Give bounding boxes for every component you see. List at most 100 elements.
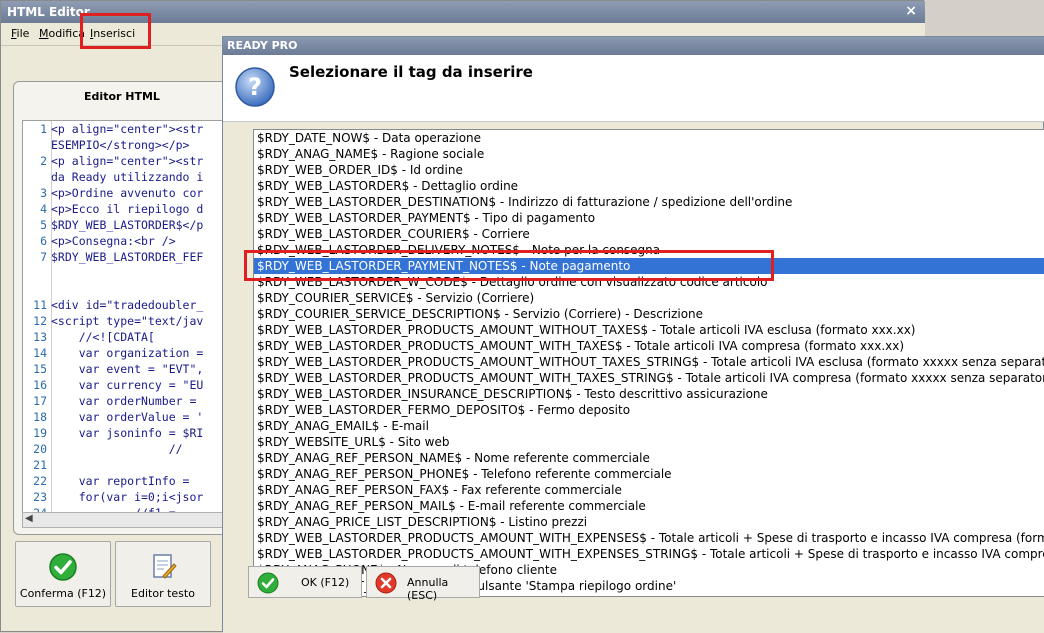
confirm-button[interactable]: Conferma (F12) — [15, 541, 111, 607]
list-item[interactable]: $RDY_WEB_LASTORDER_INSURANCE_DESCRIPTION… — [254, 386, 1044, 402]
list-item[interactable]: $RDY_WEB_LASTORDER_COURIER$ - Corriere — [254, 226, 1044, 242]
close-icon[interactable]: × — [905, 3, 917, 19]
list-item[interactable]: $RDY_COURIER_SERVICE_DESCRIPTION$ - Serv… — [254, 306, 1044, 322]
code-line: 18 var orderValue = ' — [23, 409, 203, 425]
list-item[interactable]: $RDY_ANAG_REF_PERSON_MAIL$ - E-mail refe… — [254, 498, 1044, 514]
list-item[interactable]: $RDY_WEB_LASTORDER_PRODUCTS_AMOUNT_WITH_… — [254, 546, 1044, 562]
code-text: var jsoninfo = $RI — [51, 426, 204, 440]
code-line: 12 <script type="text/jav — [23, 313, 203, 329]
panel-title: Editor HTML — [84, 90, 160, 103]
line-number: 1 — [40, 122, 47, 136]
list-item[interactable]: $RDY_WEBSITE_URL$ - Sito web — [254, 434, 1044, 450]
list-item[interactable]: $RDY_WEB_LASTORDER$ - Dettaglio ordine — [254, 178, 1044, 194]
code-line: 3 <p>Ordine avvenuto cor — [23, 185, 203, 201]
question-icon: ? — [233, 65, 277, 112]
list-item[interactable]: $RDY_WEB_ORDER_ID$ - Id ordine — [254, 162, 1044, 178]
code-line: 6 <p>Consegna:<br /> — [23, 233, 176, 249]
line-number: 20 — [33, 442, 47, 456]
code-line: 21 — [23, 457, 51, 473]
line-number: 16 — [33, 378, 47, 392]
code-text: var reportInfo = — [51, 474, 190, 488]
code-line: ESEMPIO</strong></p> — [23, 137, 189, 153]
code-line: 1 <p align="center"><str — [23, 121, 203, 137]
line-number: 19 — [33, 426, 47, 440]
line-number: 3 — [40, 186, 47, 200]
line-number: 13 — [33, 330, 47, 344]
line-number: 23 — [33, 490, 47, 504]
code-text: // — [51, 442, 183, 456]
confirm-button-label: Conferma (F12) — [19, 587, 107, 600]
line-number: 6 — [40, 234, 47, 248]
document-edit-icon — [148, 552, 178, 585]
list-item[interactable]: $RDY_ANAG_PRICE_LIST_DESCRIPTION$ - List… — [254, 514, 1044, 530]
list-item[interactable]: $RDY_WEB_LASTORDER_PRODUCTS_AMOUNT_WITHO… — [254, 322, 1044, 338]
line-number: 11 — [33, 298, 47, 312]
ok-button-label: OK (F12) — [301, 576, 350, 589]
code-line: da Ready utilizzando i — [23, 169, 203, 185]
code-line: 2 <p align="center"><str — [23, 153, 203, 169]
line-number: 2 — [40, 154, 47, 168]
code-editor[interactable]: 1 <p align="center"><str ESEMPIO</strong><… — [22, 120, 234, 514]
cancel-button[interactable]: Annulla (ESC) — [366, 566, 480, 602]
scroll-left-arrow-icon[interactable]: ◀ — [25, 513, 33, 524]
code-text: var orderNumber = — [51, 394, 197, 408]
list-item[interactable]: $RDY_COURIER_SERVICE$ - Servizio (Corrie… — [254, 290, 1044, 306]
dialog-footer — [223, 597, 1044, 633]
code-text: ESEMPIO</strong></p> — [51, 138, 190, 152]
code-text: <p>Consegna:<br /> — [51, 234, 176, 248]
list-item[interactable]: $RDY_ANAG_EMAIL$ - E-mail — [254, 418, 1044, 434]
code-line: 15 var event = "EVT", — [23, 361, 203, 377]
code-line: 13 //<![CDATA[ — [23, 329, 155, 345]
code-text: var organization = — [51, 346, 204, 360]
tag-list[interactable]: $RDY_DATE_NOW$ - Data operazione $RDY_ANA… — [253, 129, 1044, 597]
list-item[interactable]: $RDY_WEB_LASTORDER_PRODUCTS_AMOUNT_WITH_… — [254, 370, 1044, 386]
list-item[interactable]: $RDY_ANAG_NAME$ - Ragione sociale — [254, 146, 1044, 162]
dialog-header: ? Selezionare il tag da inserire — [223, 55, 1044, 122]
code-text: //<![CDATA[ — [51, 330, 155, 344]
horizontal-scrollbar[interactable]: ◀ — [22, 512, 232, 528]
ok-button[interactable]: OK (F12) — [248, 566, 362, 598]
annotation-highlight-selected-tag — [244, 250, 774, 281]
text-editor-button[interactable]: Editor testo — [115, 541, 211, 607]
list-item[interactable]: $RDY_WEB_LASTORDER_PAYMENT$ - Tipo di pa… — [254, 210, 1044, 226]
code-line: 20 // — [23, 441, 183, 457]
text-editor-button-label: Editor testo — [131, 587, 195, 600]
list-item[interactable]: $RDY_WEB_LASTORDER_FERMO_DEPOSITO$ - Fer… — [254, 402, 1044, 418]
editor-html-panel: Editor HTML 1 <p align="center"><str ESEMP… — [13, 81, 234, 535]
list-item[interactable]: $RDY_WEB_LASTORDER_PRODUCTS_AMOUNT_WITH_… — [254, 530, 1044, 546]
line-number: 17 — [33, 394, 47, 408]
line-number: 21 — [33, 458, 47, 472]
annotation-highlight-menu — [80, 13, 151, 49]
list-item[interactable]: $RDY_DATE_NOW$ - Data operazione — [254, 130, 1044, 146]
list-item[interactable]: $RDY_ANAG_REF_PERSON_PHONE$ - Telefono r… — [254, 466, 1044, 482]
code-line: 23 for(var i=0;i<jsor — [23, 489, 203, 505]
line-number: 14 — [33, 346, 47, 360]
list-item[interactable]: $RDY_WEB_LASTORDER_PRODUCTS_AMOUNT_WITHO… — [254, 354, 1044, 370]
svg-text:?: ? — [248, 73, 262, 101]
code-text: var currency = "EU — [51, 378, 204, 392]
cancel-button-label: Annulla (ESC) — [407, 576, 449, 602]
menu-modifica[interactable]: Modifica — [39, 27, 85, 40]
code-text: var event = "EVT", — [51, 362, 204, 376]
line-number: 15 — [33, 362, 47, 376]
dialog-title: READY PRO — [227, 39, 298, 52]
list-item[interactable]: $RDY_WEB_LASTORDER_PRODUCTS_AMOUNT_WITH_… — [254, 338, 1044, 354]
code-line: 5 $RDY_WEB_LASTORDER$</p — [23, 217, 203, 233]
line-number: 5 — [40, 218, 47, 232]
code-line: 7 $RDY_WEB_LASTORDER_FEF — [23, 249, 203, 265]
line-number: 12 — [33, 314, 47, 328]
list-item[interactable]: $RDY_ANAG_REF_PERSON_FAX$ - Fax referent… — [254, 482, 1044, 498]
check-icon — [48, 552, 78, 585]
menu-file[interactable]: File — [11, 27, 29, 40]
list-item[interactable]: $RDY_ANAG_REF_PERSON_NAME$ - Nome refere… — [254, 450, 1044, 466]
code-line: 16 var currency = "EU — [23, 377, 203, 393]
code-line: 19 var jsoninfo = $RI — [23, 425, 203, 441]
code-text: var orderValue = ' — [51, 410, 204, 424]
editor-title: HTML Editor — [7, 5, 90, 19]
code-line: 11 <div id="tradedoubler_ — [23, 297, 203, 313]
line-number: 7 — [40, 250, 47, 264]
list-item[interactable]: $RDY_WEB_LASTORDER_DESTINATION$ - Indiri… — [254, 194, 1044, 210]
code-line: 17 var orderNumber = — [23, 393, 196, 409]
code-line: 14 var organization = — [23, 345, 203, 361]
